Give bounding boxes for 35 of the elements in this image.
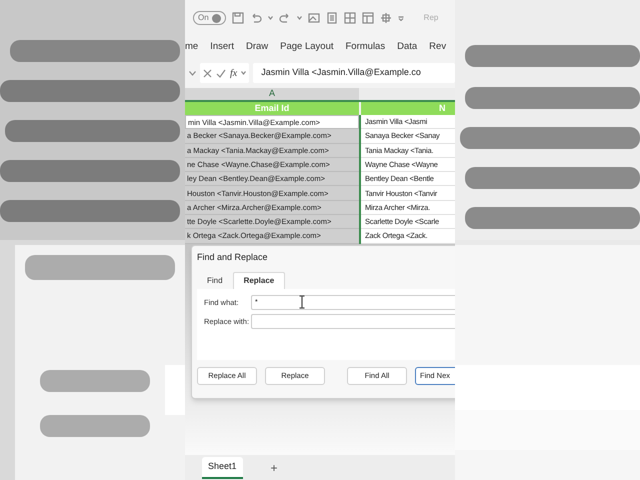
caret-icon[interactable] — [296, 16, 302, 20]
ribbon-tab[interactable]: Page Layout — [280, 40, 334, 54]
document-icon[interactable] — [326, 12, 338, 24]
dialog-tab[interactable]: Find — [197, 272, 233, 289]
undo-icon[interactable] — [250, 12, 262, 24]
ribbon-tab[interactable]: Data — [397, 40, 418, 54]
ribbon-tab[interactable]: Draw — [246, 40, 268, 54]
header-cell: Email Id — [185, 102, 359, 115]
crosshair-icon[interactable] — [380, 12, 392, 24]
ribbon-tab[interactable]: Formulas — [346, 40, 386, 54]
caret-icon[interactable] — [241, 71, 246, 75]
redo-icon[interactable] — [278, 12, 291, 24]
replace-with-field[interactable] — [251, 314, 455, 329]
formula-input[interactable]: Jasmin Villa <Jasmin.Villa@Example.co — [253, 63, 455, 83]
ribbon-tab[interactable]: me — [185, 40, 198, 54]
function-button[interactable]: fx — [230, 66, 238, 80]
dialog-title: Find and Replace — [196, 251, 269, 264]
dialog-tab[interactable]: Replace — [232, 272, 286, 289]
column-header[interactable]: A — [185, 88, 359, 100]
ribbon-tab[interactable]: Rev — [429, 40, 446, 54]
autosave-toggle[interactable]: On — [193, 11, 226, 25]
ribbon-tab[interactable]: Insert — [210, 40, 234, 54]
add-sheet-button[interactable]: + — [270, 458, 278, 476]
caret-icon[interactable] — [189, 70, 196, 76]
grid-icon[interactable] — [344, 12, 356, 24]
dropdown-icon[interactable] — [398, 16, 404, 20]
table-icon[interactable] — [362, 12, 374, 24]
header-cell: N — [361, 102, 455, 115]
cancel-icon[interactable] — [203, 68, 212, 78]
picture-icon[interactable] — [308, 12, 320, 24]
text-cursor-icon — [299, 295, 305, 309]
save-icon[interactable] — [232, 12, 244, 24]
sheet-tab[interactable]: Sheet1 — [202, 456, 243, 478]
caret-icon[interactable] — [268, 16, 273, 20]
check-icon[interactable] — [216, 68, 226, 78]
